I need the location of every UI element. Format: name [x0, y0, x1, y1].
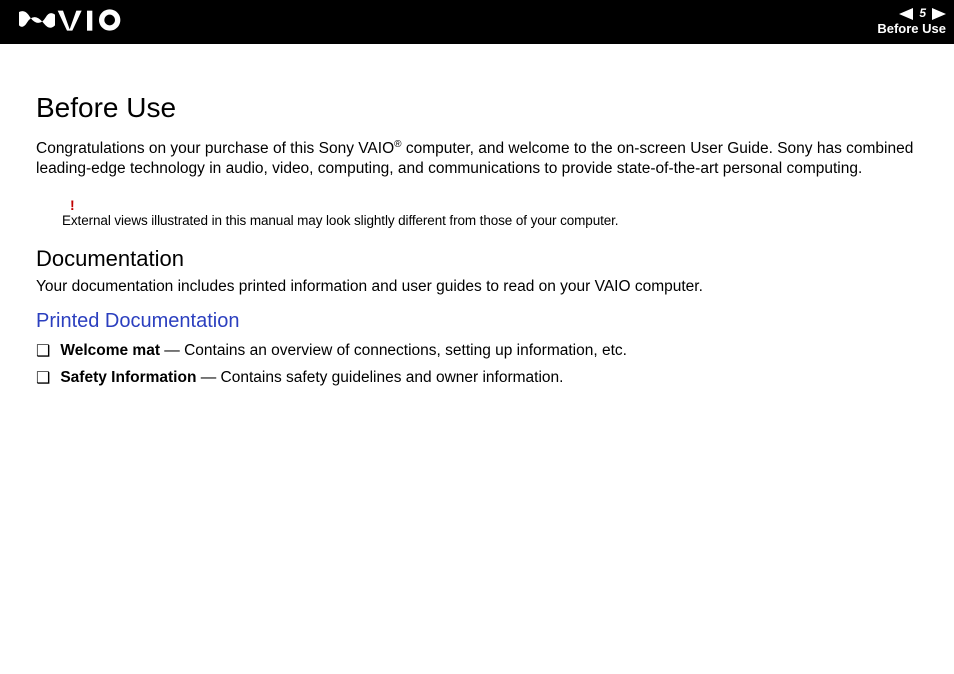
registered-mark: ® [394, 139, 401, 150]
intro-text-1: Congratulations on your purchase of this… [36, 140, 394, 157]
note-text: External views illustrated in this manua… [62, 213, 918, 228]
item-desc: — Contains an overview of connections, s… [160, 342, 627, 359]
vaio-logo [16, 8, 126, 37]
documentation-heading: Documentation [36, 246, 918, 272]
bullet-icon: ❑ [36, 342, 50, 361]
list-item: ❑ Safety Information — Contains safety g… [36, 368, 918, 389]
next-page-icon[interactable] [932, 8, 946, 20]
prev-page-icon[interactable] [899, 8, 913, 20]
item-desc: — Contains safety guidelines and owner i… [196, 369, 563, 386]
page-title: Before Use [36, 92, 918, 124]
header-bar: 5 Before Use [0, 0, 954, 44]
header-right: 5 Before Use [877, 6, 946, 38]
header-section-label: Before Use [877, 21, 946, 38]
documentation-intro: Your documentation includes printed info… [36, 278, 918, 296]
item-name: Welcome mat [60, 342, 160, 359]
list-item: ❑ Welcome mat — Contains an overview of … [36, 341, 918, 362]
page-number: 5 [919, 6, 926, 22]
page-nav: 5 [899, 6, 946, 22]
printed-doc-heading: Printed Documentation [36, 310, 918, 333]
item-name: Safety Information [60, 369, 196, 386]
bullet-icon: ❑ [36, 369, 50, 388]
note-icon: ! [70, 197, 918, 213]
printed-doc-list: ❑ Welcome mat — Contains an overview of … [36, 341, 918, 389]
note-block: ! External views illustrated in this man… [62, 197, 918, 228]
intro-paragraph: Congratulations on your purchase of this… [36, 138, 918, 179]
page-content: Before Use Congratulations on your purch… [0, 44, 954, 389]
